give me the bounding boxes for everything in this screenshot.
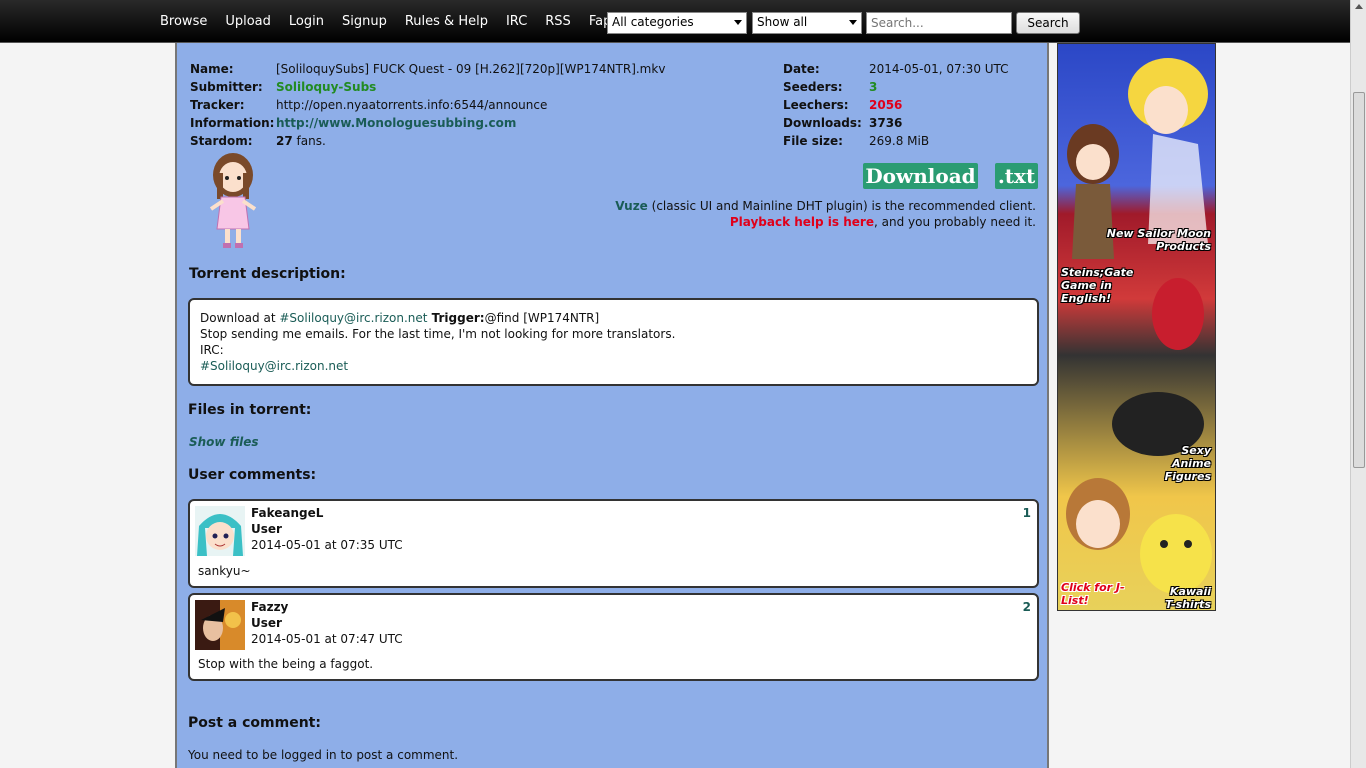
description-line-1: Download at #Soliloquy@irc.rizon.net Tri… [200,310,1027,326]
comment-time: 2014-05-01 at 07:47 UTC [251,632,403,646]
nav-rss[interactable]: RSS [545,14,571,29]
nav-links: Browse Upload Login Signup Rules & Help … [160,0,629,43]
nav-upload[interactable]: Upload [225,14,271,29]
banner-text-figures: Sexy Anime Figures [1164,444,1211,483]
comments-heading: User comments: [188,467,317,483]
description-box: Download at #Soliloquy@irc.rizon.net Tri… [188,298,1039,386]
post-comment-heading: Post a comment: [188,715,321,731]
information-label: Information: [190,116,275,130]
jlist-banner-ad[interactable]: New Sailor Moon Products Steins;Gate Gam… [1057,43,1216,611]
torrent-name: [SoliloquySubs] FUCK Quest - 09 [H.262][… [276,62,666,76]
comment-number[interactable]: 1 [1023,506,1031,520]
tracker-url: http://open.nyaatorrents.info:6544/annou… [276,98,548,112]
nav-irc[interactable]: IRC [506,14,527,29]
top-navigation-bar: Browse Upload Login Signup Rules & Help … [0,0,1350,43]
stardom-suffix: fans. [292,134,326,148]
banner-text-tshirts: Kawaii T-shirts [1165,585,1211,611]
category-select[interactable]: All categories [607,12,747,34]
comment-username[interactable]: FakeangeL [251,506,323,520]
filesize-value: 269.8 MiB [869,134,930,148]
comment-1: FakeangeL User 2014-05-01 at 07:35 UTC s… [188,499,1039,588]
irc-link-2[interactable]: #Soliloquy@irc.rizon.net [200,358,1027,374]
tracker-label: Tracker: [190,98,245,112]
description-line-3: IRC: [200,343,224,357]
search-button[interactable]: Search [1016,12,1080,34]
playback-help-link[interactable]: Playback help is here [730,215,874,229]
seeders-value: 3 [869,80,878,94]
downloads-label: Downloads: [783,116,862,130]
playback-rest: , and you probably need it. [873,215,1036,229]
description-line-2: Stop sending me emails. For the last tim… [200,327,676,341]
trigger-label: Trigger: [427,311,485,325]
leechers-label: Leechers: [783,98,849,112]
comment-2: Fazzy User 2014-05-01 at 07:47 UTC Stop … [188,593,1039,681]
date-label: Date: [783,62,820,76]
nav-login[interactable]: Login [289,14,324,29]
filesize-label: File size: [783,134,843,148]
comment-role: User [251,616,282,630]
trigger-command: @find [WP174NTR] [484,311,600,325]
avatar[interactable] [195,506,245,556]
torrent-details-panel: Name: [SoliloquySubs] FUCK Quest - 09 [H… [175,43,1049,768]
banner-text-steins-gate: Steins;Gate Game in English! [1061,266,1134,305]
filter-select-value: Show all [757,15,808,29]
avatar[interactable] [195,600,245,650]
vuze-link[interactable]: Vuze [615,199,648,213]
irc-link[interactable]: #Soliloquy@irc.rizon.net [279,311,427,325]
vuze-rest: (classic UI and Mainline DHT plugin) is … [647,199,1036,213]
comment-text: Stop with the being a faggot. [198,657,374,671]
download-button[interactable]: Download [863,163,978,189]
submitter-link[interactable]: Soliloquy-Subs [276,80,376,94]
vuze-line: Vuze (classic UI and Mainline DHT plugin… [615,198,1036,214]
description-heading: Torrent description: [189,266,346,282]
show-files-link[interactable]: Show files [189,435,259,449]
stardom-label: Stardom: [190,134,253,148]
search-input[interactable] [866,12,1012,34]
seeders-label: Seeders: [783,80,843,94]
comment-time: 2014-05-01 at 07:35 UTC [251,538,403,552]
category-select-value: All categories [612,15,694,29]
submitter-label: Submitter: [190,80,263,94]
name-label: Name: [190,62,234,76]
comment-number[interactable]: 2 [1023,600,1031,614]
txt-button[interactable]: .txt [995,163,1038,189]
banner-artwork [1066,58,1212,594]
comment-text: sankyu~ [198,564,251,578]
login-note: You need to be logged in to post a comme… [188,748,459,762]
information-link[interactable]: http://www.Monologuesubbing.com [276,116,516,130]
chevron-down-icon [849,20,857,25]
scroll-up-arrow-icon[interactable] [1355,4,1363,9]
filter-select[interactable]: Show all [752,12,862,34]
nav-browse[interactable]: Browse [160,14,207,29]
page-scrollbar[interactable] [1350,0,1366,768]
stardom-count: 27 [276,134,293,148]
date-value: 2014-05-01, 07:30 UTC [869,62,1009,76]
nav-rules-help[interactable]: Rules & Help [405,14,488,29]
playback-line: Playback help is here, and you probably … [615,214,1036,230]
banner-text-sailor-moon: New Sailor Moon Products [1106,227,1211,253]
files-heading: Files in torrent: [188,402,312,418]
comment-username[interactable]: Fazzy [251,600,288,614]
scrollbar-thumb[interactable] [1353,92,1365,468]
comment-role: User [251,522,282,536]
nav-signup[interactable]: Signup [342,14,387,29]
client-note: Vuze (classic UI and Mainline DHT plugin… [615,198,1036,230]
banner-text-jlist: Click for J-List! [1061,581,1125,607]
leechers-value: 2056 [869,98,903,112]
description-text: Download at [200,311,280,325]
chevron-down-icon [734,20,742,25]
stardom-value: 27 fans. [276,134,326,148]
mascot-image [209,153,257,248]
downloads-value: 3736 [869,116,903,130]
